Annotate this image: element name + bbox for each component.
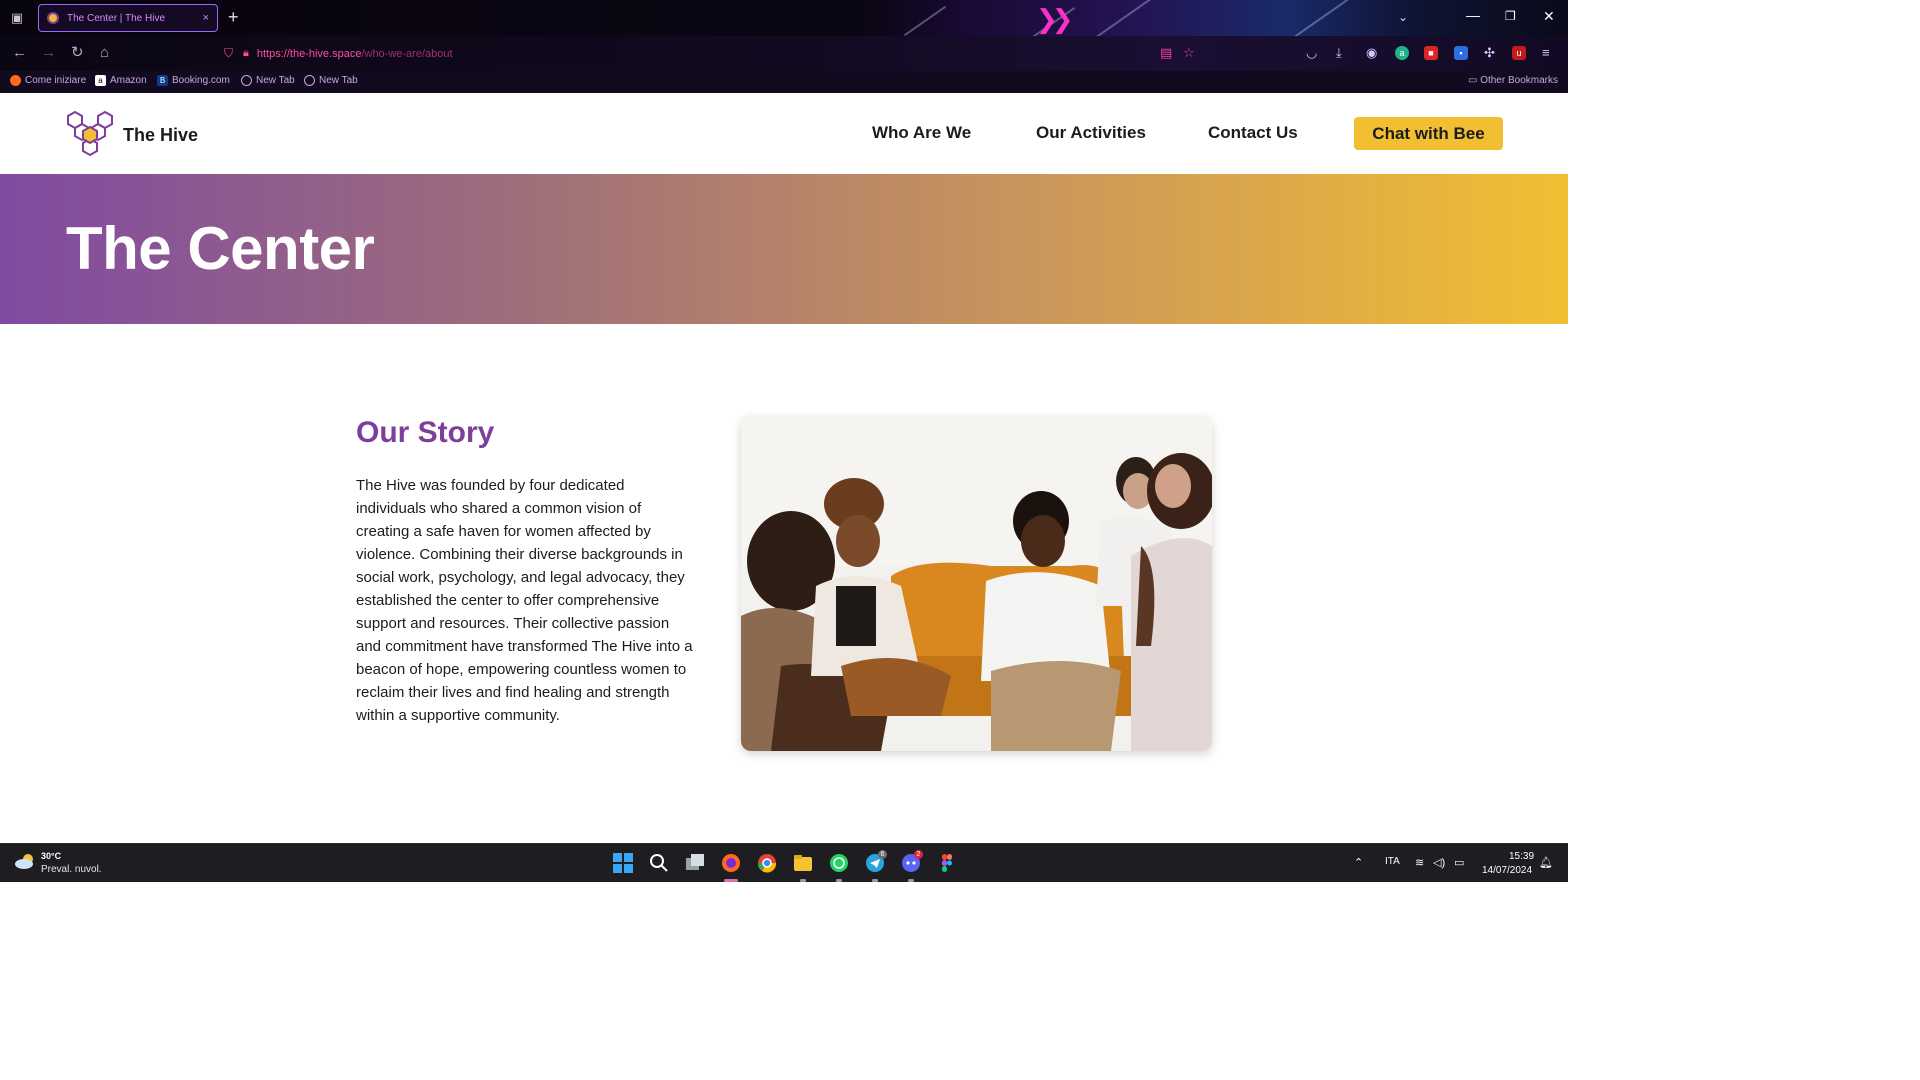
back-arrow-icon[interactable]: ← bbox=[12, 45, 27, 61]
telegram-indicator bbox=[872, 879, 878, 882]
bookmark-booking[interactable]: B Booking.com bbox=[157, 75, 230, 86]
amazon-icon: a bbox=[95, 75, 106, 86]
globe-icon bbox=[241, 75, 252, 86]
brand-name[interactable]: The Hive bbox=[123, 125, 198, 146]
whatsapp-icon[interactable] bbox=[828, 852, 850, 874]
wallpaper-decoration bbox=[903, 5, 947, 36]
bookmarks-bar: Come iniziare a Amazon B Booking.com New T… bbox=[0, 71, 1568, 93]
explorer-indicator bbox=[800, 879, 806, 882]
wallpaper-decoration bbox=[1087, 0, 1163, 36]
site-header: The Hive Who Are We Our Activities Conta… bbox=[0, 93, 1568, 174]
window-maximize-button[interactable]: ❐ bbox=[1505, 9, 1516, 23]
reload-icon[interactable]: ↻ bbox=[71, 45, 84, 61]
battery-icon[interactable]: ▭ bbox=[1454, 856, 1464, 869]
figma-icon[interactable] bbox=[936, 852, 958, 874]
volume-icon[interactable]: ◁) bbox=[1433, 856, 1445, 869]
browser-tab-active[interactable]: The Center | The Hive × bbox=[38, 4, 218, 32]
firefox-icon[interactable] bbox=[720, 852, 742, 874]
window-minimize-button[interactable]: — bbox=[1466, 7, 1480, 23]
booking-icon: B bbox=[157, 75, 168, 86]
clock-date[interactable]: 14/07/2024 bbox=[1482, 865, 1532, 876]
whatsapp-indicator bbox=[836, 879, 842, 882]
discord-indicator bbox=[908, 879, 914, 882]
bookmark-new-tab-1[interactable]: New Tab bbox=[241, 75, 295, 86]
weather-temperature[interactable]: 30°C bbox=[41, 851, 61, 861]
team-photo bbox=[741, 416, 1212, 751]
cloud-weather-icon[interactable] bbox=[14, 853, 36, 869]
new-tab-button[interactable]: + bbox=[228, 8, 239, 26]
globe-icon bbox=[304, 75, 315, 86]
wallpaper-decoration bbox=[1286, 0, 1354, 36]
bookmark-label: New Tab bbox=[319, 75, 358, 86]
wallpaper-chevron-graphic: ❯❯ bbox=[1036, 4, 1073, 34]
notification-bell-icon[interactable]: 🔔︎ bbox=[1539, 856, 1553, 869]
account-icon[interactable]: ◉ bbox=[1366, 45, 1377, 61]
url-domain: https://the-hive.space bbox=[256, 47, 362, 60]
file-explorer-icon[interactable] bbox=[792, 852, 814, 874]
bookmark-star-icon[interactable]: ☆ bbox=[1183, 45, 1195, 61]
menu-hamburger-icon[interactable]: ≡ bbox=[1542, 45, 1550, 60]
extension-ublock-icon[interactable]: u bbox=[1512, 46, 1526, 60]
clock-time[interactable]: 15:39 bbox=[1509, 851, 1534, 862]
bookmark-label: Booking.com bbox=[172, 75, 230, 86]
bookmark-come-iniziare[interactable]: Come iniziare bbox=[10, 75, 86, 86]
tab-close-icon[interactable]: × bbox=[203, 12, 209, 24]
windows-start-icon[interactable] bbox=[612, 852, 634, 874]
nav-our-activities[interactable]: Our Activities bbox=[1036, 123, 1146, 143]
bookmark-new-tab-2[interactable]: New Tab bbox=[304, 75, 358, 86]
tab-list-icon[interactable]: ▣ bbox=[8, 9, 26, 27]
wifi-icon[interactable]: ≋ bbox=[1415, 856, 1424, 869]
other-bookmarks[interactable]: ▭ Other Bookmarks bbox=[1468, 75, 1558, 86]
home-icon[interactable]: ⌂ bbox=[100, 45, 109, 61]
nav-contact-us[interactable]: Contact Us bbox=[1208, 123, 1298, 143]
bookmark-label: Come iniziare bbox=[25, 75, 87, 86]
task-view-icon[interactable] bbox=[684, 852, 706, 874]
address-bar[interactable]: ⛉ 🔒︎ https://the-hive.space/who-we-are/a… bbox=[216, 40, 1286, 67]
discord-badge: 2 bbox=[914, 850, 923, 859]
chat-with-bee-button[interactable]: Chat with Bee bbox=[1354, 117, 1503, 150]
women-on-sofa-illustration bbox=[741, 416, 1212, 751]
extensions-puzzle-icon[interactable]: ✣ bbox=[1484, 45, 1495, 61]
hive-logo-icon[interactable] bbox=[66, 110, 114, 158]
language-indicator[interactable]: ITA bbox=[1385, 856, 1400, 867]
tray-overflow-chevron-icon[interactable]: ⌃ bbox=[1354, 856, 1363, 869]
other-bookmarks-label: Other Bookmarks bbox=[1480, 75, 1558, 86]
story-paragraph: The Hive was founded by four dedicated i… bbox=[356, 477, 693, 724]
tab-title: The Center | The Hive bbox=[67, 12, 166, 24]
bookmark-amazon[interactable]: a Amazon bbox=[95, 75, 147, 86]
extension-lock-icon[interactable]: ■ bbox=[1424, 46, 1438, 60]
pocket-icon[interactable]: ◡ bbox=[1306, 45, 1317, 61]
tab-overflow-chevron-icon[interactable]: ⌄ bbox=[1398, 10, 1408, 24]
page-title: The Center bbox=[66, 215, 375, 282]
story-heading: Our Story bbox=[356, 416, 495, 449]
search-icon[interactable] bbox=[648, 852, 670, 874]
hero-banner: The Center bbox=[0, 174, 1568, 324]
window-close-button[interactable]: ✕ bbox=[1543, 8, 1555, 25]
tracking-shield-icon[interactable]: ⛉ bbox=[224, 46, 233, 61]
windows-taskbar: 30°C Preval. nuvol. 6 2 ⌃ ITA ≋ ◁) ▭ 15:… bbox=[0, 843, 1568, 882]
forward-arrow-icon[interactable]: → bbox=[41, 45, 56, 61]
telegram-badge: 6 bbox=[878, 850, 887, 859]
chrome-icon[interactable] bbox=[756, 852, 778, 874]
browser-tab-strip: ❯❯ ▣ The Center | The Hive × + ⌄ — ❐ ✕ bbox=[0, 0, 1568, 36]
downloads-icon[interactable]: ⤓ bbox=[1336, 45, 1342, 61]
url-path: /who-we-are/about bbox=[361, 47, 453, 60]
weather-description[interactable]: Preval. nuvol. bbox=[41, 864, 102, 875]
firefox-icon bbox=[10, 75, 21, 86]
bookmark-label: Amazon bbox=[110, 75, 147, 86]
extension-a-icon[interactable]: a bbox=[1395, 46, 1409, 60]
nav-who-are-we[interactable]: Who Are We bbox=[872, 123, 971, 143]
reader-view-icon[interactable]: ▤ bbox=[1160, 45, 1172, 61]
url-text[interactable]: https://the-hive.space/who-we-are/about bbox=[257, 48, 453, 60]
folder-icon: ▭ bbox=[1467, 75, 1481, 86]
browser-toolbar: ← → ↻ ⌂ ⛉ 🔒︎ https://the-hive.space/who-… bbox=[0, 36, 1568, 71]
hive-favicon-icon bbox=[47, 12, 59, 24]
extension-translate-icon[interactable]: ▪ bbox=[1454, 46, 1468, 60]
bookmark-label: New Tab bbox=[256, 75, 295, 86]
lock-icon[interactable]: 🔒︎ bbox=[243, 47, 249, 60]
firefox-active-indicator bbox=[724, 879, 738, 882]
